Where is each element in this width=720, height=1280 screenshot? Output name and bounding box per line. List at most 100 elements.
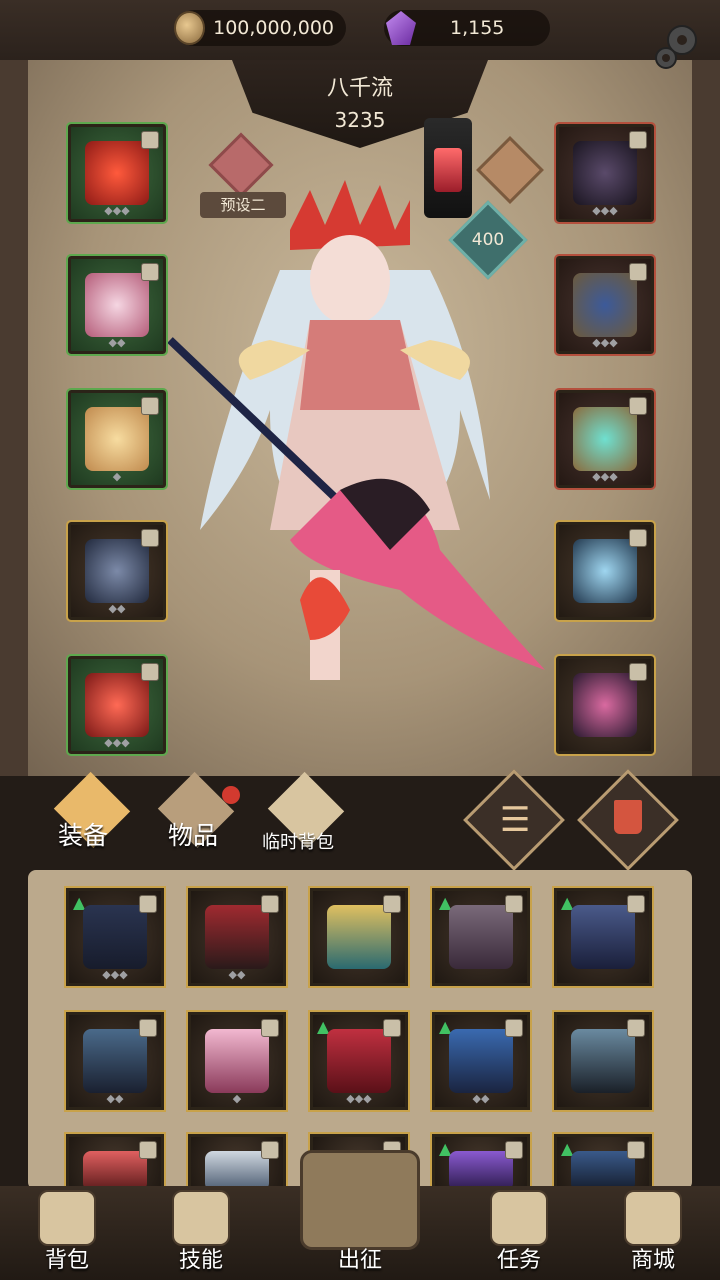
red-cape-icon (205, 905, 269, 969)
armor-skirt-icon (571, 905, 635, 969)
hero-character[interactable] (160, 170, 560, 710)
inventory-item[interactable] (552, 1132, 654, 1196)
socket-dots: ◆◆ (108, 602, 126, 615)
nav-skills-label: 技能 (178, 1248, 223, 1273)
flame-crown-icon (85, 141, 149, 205)
equip-slot-left-4[interactable]: ◆◆ (66, 520, 168, 622)
socket-dots: ◆ (232, 1092, 242, 1105)
golden-helm-icon (327, 905, 391, 969)
lock-icon (141, 663, 159, 681)
inventory-item[interactable] (430, 1132, 532, 1196)
nav-skills[interactable]: 技能 (146, 1186, 256, 1280)
socket-dots: ◆◆◆ (104, 736, 130, 749)
inventory-item[interactable]: ◆◆◆ (308, 1010, 410, 1112)
shop-crown-icon (624, 1190, 682, 1246)
pink-flame-robe-icon (205, 1029, 269, 1093)
dark-coat-icon (83, 1029, 147, 1093)
tab-temp-bag[interactable]: 临时背包 (262, 828, 334, 854)
armor-gloves-icon (85, 539, 149, 603)
gold-counter: 100,000,000 (174, 10, 346, 46)
socket-dots: ◆◆ (106, 1092, 124, 1105)
equip-slot-left-1[interactable]: ◆◆◆ (66, 122, 168, 224)
socket-dots: ◆◆◆ (592, 336, 618, 349)
socket-dots: ◆◆◆ (592, 470, 618, 483)
equip-slot-left-5[interactable]: ◆◆◆ (66, 654, 168, 756)
notification-dot (222, 786, 240, 804)
inventory-item[interactable] (64, 1132, 166, 1196)
winged-gauntlet-icon (85, 273, 149, 337)
lock-icon (141, 131, 159, 149)
lock-icon (139, 895, 157, 913)
nav-bag[interactable]: 背包 (12, 1186, 122, 1280)
equip-slot-right-5[interactable] (554, 654, 656, 756)
nav-shop[interactable]: 商城 (598, 1186, 708, 1280)
tab-items[interactable]: 物品 (168, 816, 218, 852)
lock-icon (629, 131, 647, 149)
equip-slot-right-4[interactable] (554, 520, 656, 622)
socket-dots: ◆◆ (472, 1092, 490, 1105)
tab-equipment[interactable]: 装备 (58, 816, 108, 852)
gem-amount: 1,155 (450, 17, 505, 39)
equip-slot-left-2[interactable]: ◆◆ (66, 254, 168, 356)
inventory-item[interactable]: ◆◆ (430, 1010, 532, 1112)
socket-dots: ◆◆◆ (104, 204, 130, 217)
lock-icon (383, 895, 401, 913)
red-eye-amulet-icon (83, 1151, 147, 1191)
nav-expedition[interactable]: 出征 (305, 1186, 415, 1280)
pickaxe-weapon-icon (573, 539, 637, 603)
nav-tasks-label: 任务 (496, 1248, 541, 1273)
inventory-item[interactable]: ◆◆ (186, 886, 288, 988)
trash-icon (614, 800, 642, 834)
inventory-item[interactable]: ◆ (186, 1010, 288, 1112)
gear-icon[interactable] (650, 18, 704, 72)
lock-icon (139, 1019, 157, 1037)
inventory-item[interactable] (186, 1132, 288, 1196)
lock-icon (627, 1141, 645, 1159)
inventory-item[interactable]: ◆◆◆ (64, 886, 166, 988)
necklace-icon (573, 141, 637, 205)
lock-icon (141, 529, 159, 547)
lock-icon (629, 263, 647, 281)
lock-icon (261, 895, 279, 913)
skill-book-icon (172, 1190, 230, 1246)
equip-slot-right-1[interactable]: ◆◆◆ (554, 122, 656, 224)
gold-amount: 100,000,000 (213, 17, 334, 39)
equip-slot-right-2[interactable]: ◆◆◆ (554, 254, 656, 356)
lock-icon (505, 895, 523, 913)
inventory-item[interactable] (552, 886, 654, 988)
inventory-item[interactable] (308, 886, 410, 988)
mace-weapon-icon (571, 1029, 635, 1093)
purple-crystal-icon (449, 1151, 513, 1191)
nav-expedition-label: 出征 (337, 1248, 382, 1273)
white-helm-icon (205, 1151, 269, 1191)
socket-dots: ◆ (112, 470, 122, 483)
lock-icon (261, 1019, 279, 1037)
dark-skirt-icon (83, 905, 147, 969)
socket-dots: ◆◆◆ (592, 204, 618, 217)
lock-icon (627, 1019, 645, 1037)
equip-slot-right-3[interactable]: ◆◆◆ (554, 388, 656, 490)
sort-list-icon: ☰ (500, 800, 531, 840)
nav-tasks[interactable]: 任务 (464, 1186, 574, 1280)
dark-bracer-icon (571, 1151, 635, 1191)
lock-icon (629, 663, 647, 681)
blue-gauntlet-icon (449, 1029, 513, 1093)
lock-icon (629, 397, 647, 415)
inventory-item[interactable] (552, 1010, 654, 1112)
socket-dots: ◆◆◆ (346, 1092, 372, 1105)
lock-icon (141, 263, 159, 281)
equip-slot-left-3[interactable]: ◆ (66, 388, 168, 490)
lock-icon (261, 1141, 279, 1159)
socket-dots: ◆◆◆ (102, 968, 128, 981)
lock-icon (141, 397, 159, 415)
nav-bag-label: 背包 (44, 1248, 89, 1273)
backpack-icon (38, 1190, 96, 1246)
inventory-item[interactable]: ◆◆ (64, 1010, 166, 1112)
scroll-task-icon (490, 1190, 548, 1246)
lock-icon (505, 1019, 523, 1037)
feather-wing-icon (85, 407, 149, 471)
top-bar (0, 0, 720, 60)
lock-icon (139, 1141, 157, 1159)
inventory-item[interactable] (430, 886, 532, 988)
lock-icon (383, 1019, 401, 1037)
